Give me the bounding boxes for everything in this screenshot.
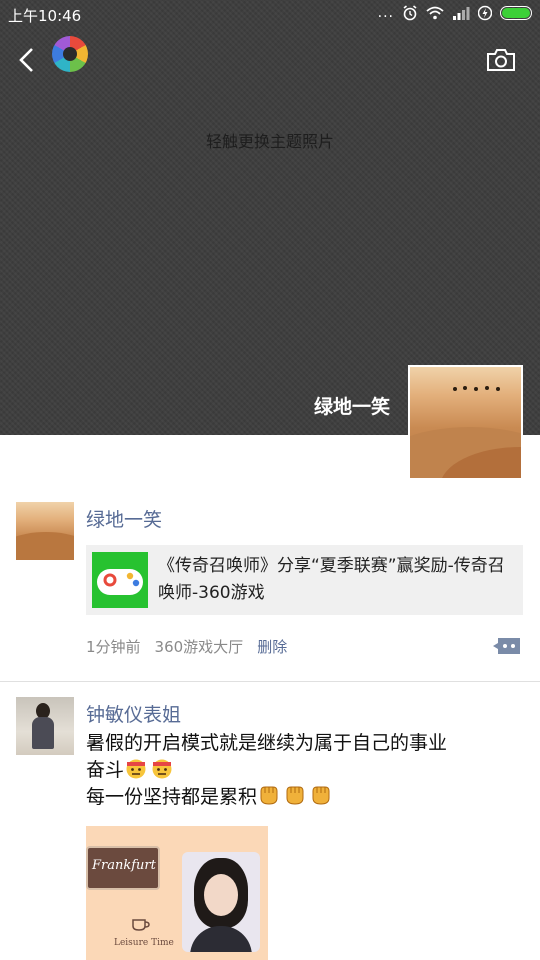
post-text-line-3: 每一份坚持都是累积 — [86, 784, 516, 811]
post-text-fragment: 奋斗 — [86, 759, 125, 781]
battery-level — [502, 8, 530, 18]
shared-link-title: 《传奇召唤师》分享“夏季联赛”赢奖励-传奇召唤师-360游戏 — [158, 556, 505, 603]
post-source[interactable]: 360游戏大厅 — [155, 636, 244, 657]
post-divider — [0, 681, 540, 682]
post-meta: 1分钟前 360游戏大厅 删除 — [86, 636, 287, 657]
post-text-line-2: 奋斗 — [86, 757, 516, 784]
post-text-fragment: 每一份坚持都是累积 — [86, 786, 258, 808]
photo-sign: Frankfurt — [86, 846, 160, 890]
emoji-fist-icon — [260, 786, 278, 805]
aperture-logo-icon[interactable] — [52, 36, 88, 72]
status-icons: ... — [378, 5, 532, 21]
photo-sign-text: Frankfurt — [92, 858, 156, 873]
profile-name[interactable]: 绿地一笑 — [314, 392, 390, 419]
post-text-line: 暑假的开启模式就是继续为属于自己的事业 — [86, 732, 448, 754]
status-bar: 上午10:46 ... — [0, 0, 540, 28]
photo-portrait — [182, 852, 260, 952]
avatar[interactable] — [16, 502, 74, 560]
charging-icon — [478, 5, 492, 21]
comment-menu-icon[interactable] — [492, 636, 522, 656]
avatar[interactable] — [16, 697, 74, 755]
emoji-determined-icon — [126, 759, 146, 779]
gamepad-icon — [92, 552, 148, 608]
emoji-determined-icon — [152, 759, 172, 779]
post-text: 暑假的开启模式就是继续为属于自己的事业 奋斗 每一份坚持都是累积 — [86, 730, 516, 811]
coffee-cup-icon — [132, 919, 150, 931]
wifi-icon — [426, 6, 444, 20]
profile-avatar[interactable] — [408, 365, 523, 480]
camera-icon[interactable] — [486, 48, 516, 72]
photo-caption: Leisure Time — [114, 938, 174, 948]
delete-button[interactable]: 删除 — [257, 636, 287, 657]
post-author[interactable]: 绿地一笑 — [86, 505, 162, 532]
status-time: 上午10:46 — [8, 7, 82, 25]
change-cover-hint[interactable]: 轻触更换主题照片 — [0, 128, 540, 152]
post-author[interactable]: 钟敏仪表姐 — [86, 700, 181, 727]
battery-icon — [500, 6, 532, 20]
shared-link-card[interactable]: 《传奇召唤师》分享“夏季联赛”赢奖励-传奇召唤师-360游戏 — [86, 545, 523, 615]
emoji-fist-icon — [286, 786, 304, 805]
post-time: 1分钟前 — [86, 638, 141, 656]
post-photo[interactable]: Frankfurt Leisure Time — [86, 826, 268, 960]
signal-icon — [453, 7, 470, 20]
emoji-fist-icon — [312, 786, 330, 805]
more-dots-icon: ... — [377, 5, 394, 21]
alarm-icon — [403, 5, 417, 21]
chevron-left-icon[interactable] — [16, 46, 40, 74]
